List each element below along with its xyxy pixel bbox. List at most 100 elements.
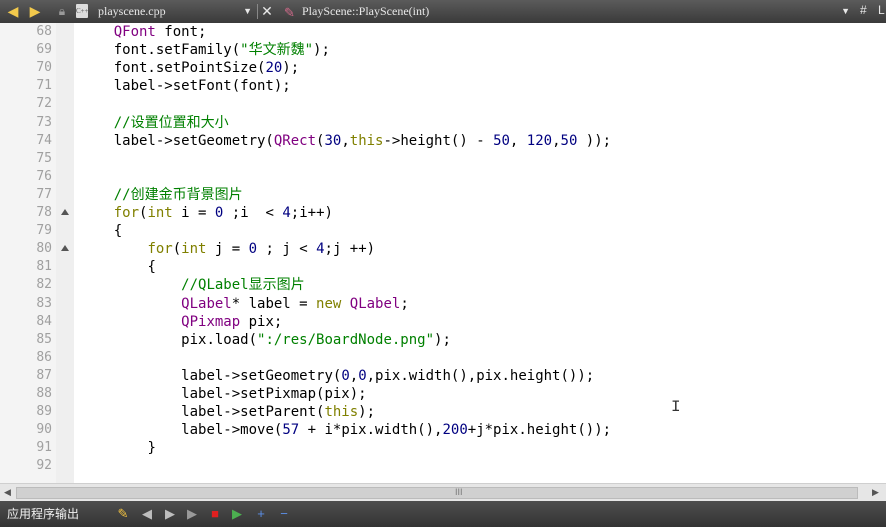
- code-line[interactable]: 86: [0, 349, 886, 367]
- clear-output-button[interactable]: ✎: [114, 505, 132, 523]
- line-number: 84: [36, 313, 52, 329]
- code-token: ));: [577, 132, 612, 149]
- code-text: QFont font;: [80, 23, 207, 41]
- line-number: 78: [36, 205, 52, 220]
- code-token: 0: [248, 241, 258, 258]
- code-token: 50: [560, 132, 578, 149]
- code-text: }: [80, 439, 155, 457]
- code-line[interactable]: 84 QPixmap pix;: [0, 313, 886, 331]
- file-selector[interactable]: C++ playscene.cpp ▼: [76, 3, 252, 20]
- code-line[interactable]: 73 //设置位置和大小: [0, 114, 886, 132]
- code-text: for(int i = 0 ;i < 4;i++): [80, 204, 333, 222]
- line-number: 91: [36, 440, 52, 456]
- line-number: 79: [36, 223, 52, 239]
- chevron-down-icon: ▼: [841, 6, 850, 16]
- fold-arrow-icon[interactable]: [61, 245, 69, 252]
- code-line[interactable]: 69 font.setFamily("华文新魏");: [0, 41, 886, 59]
- code-line[interactable]: 79 {: [0, 222, 886, 240]
- code-token: + i*pix.width(),: [299, 422, 443, 439]
- code-token: font.setPointSize(: [113, 60, 266, 77]
- scroll-left-icon[interactable]: ◀: [4, 484, 11, 501]
- code-token: //创建金币背景图片: [113, 186, 243, 203]
- line-number: 71: [36, 78, 52, 94]
- code-line[interactable]: 91 }: [0, 439, 886, 457]
- code-text: font.setFamily("华文新魏");: [80, 41, 330, 59]
- code-text: label->setPixmap(pix);: [80, 385, 366, 403]
- code-token: QFont: [113, 24, 156, 40]
- code-token: font;: [155, 24, 207, 40]
- line-number: 92: [36, 458, 52, 474]
- code-text: label->setGeometry(0,0,pix.width(),pix.h…: [80, 367, 594, 385]
- code-token: );: [282, 60, 300, 77]
- code-line[interactable]: 82 //QLabel显示图片: [0, 276, 886, 294]
- run-button[interactable]: ▶: [183, 505, 201, 523]
- code-token: ,pix.width(),pix.height());: [366, 367, 595, 384]
- code-token: i =: [172, 205, 215, 221]
- line-number: 74: [36, 132, 52, 148]
- code-line[interactable]: 85 pix.load(":/res/BoardNode.png");: [0, 331, 886, 349]
- code-line[interactable]: 81 {: [0, 258, 886, 276]
- code-token: 0: [341, 367, 350, 384]
- code-line[interactable]: 83 QLabel* label = new QLabel;: [0, 295, 886, 313]
- code-token: (: [172, 241, 182, 258]
- code-token: label->move(: [181, 422, 283, 439]
- code-line[interactable]: 80 for(int j = 0 ; j < 4;j ++): [0, 240, 886, 258]
- hash-icon[interactable]: #: [860, 3, 867, 17]
- code-line[interactable]: 78 for(int i = 0 ;i < 4;i++): [0, 204, 886, 222]
- close-icon[interactable]: ✕: [260, 2, 274, 20]
- scrollbar-grip-icon: III: [455, 487, 463, 497]
- code-line[interactable]: 74 label->setGeometry(QRect(30,this->hei…: [0, 132, 886, 150]
- scroll-right-icon[interactable]: ▶: [872, 484, 879, 501]
- line-number: 85: [36, 331, 52, 347]
- code-token: +j*pix.height());: [467, 422, 612, 439]
- code-token: new: [316, 295, 342, 312]
- scrollbar-thumb[interactable]: [16, 487, 858, 499]
- editor-toolbar: ◀ ▶ 🔒︎ C++ playscene.cpp ▼ ✕ ✎ PlayScene…: [0, 0, 886, 23]
- code-line[interactable]: 72: [0, 95, 886, 113]
- code-text: QPixmap pix;: [80, 313, 282, 331]
- zoom-in-button[interactable]: +: [252, 505, 270, 523]
- line-number: 73: [36, 114, 52, 130]
- code-token: font.setFamily(: [113, 42, 241, 59]
- code-token: 57: [282, 422, 300, 439]
- divider: [257, 4, 258, 19]
- code-token: );: [434, 331, 451, 348]
- pencil-icon: ✎: [284, 5, 295, 20]
- code-line[interactable]: 76: [0, 168, 886, 186]
- code-line[interactable]: 75: [0, 150, 886, 168]
- chevron-down-icon: ▼: [243, 6, 252, 16]
- code-token: * label =: [231, 295, 317, 312]
- code-token: ":/res/BoardNode.png": [257, 331, 435, 348]
- code-token: this: [324, 404, 359, 421]
- code-line[interactable]: 71 label->setFont(font);: [0, 77, 886, 95]
- attach-debugger-button[interactable]: ▶: [228, 505, 246, 523]
- code-token: {: [147, 259, 156, 276]
- horizontal-scrollbar[interactable]: ◀ III ▶: [0, 483, 886, 501]
- code-text: //创建金币背景图片: [80, 186, 243, 204]
- next-item-button[interactable]: ▶: [161, 505, 179, 523]
- line-number: 81: [36, 259, 52, 275]
- code-token: ,: [552, 132, 561, 149]
- previous-item-button[interactable]: ◀: [138, 505, 156, 523]
- function-selector[interactable]: ✎ PlayScene::PlayScene(int) ▼: [284, 3, 850, 20]
- code-line[interactable]: 90 label->move(57 + i*pix.width(),200+j*…: [0, 421, 886, 439]
- line-number: 72: [36, 96, 52, 112]
- code-line[interactable]: 92: [0, 457, 886, 475]
- left-arrow-icon[interactable]: ◀: [4, 2, 22, 20]
- code-line[interactable]: 89 label->setParent(this);: [0, 403, 886, 421]
- code-line[interactable]: 68 QFont font;: [0, 23, 886, 41]
- code-line[interactable]: 88 label->setPixmap(pix);: [0, 385, 886, 403]
- fold-arrow-icon[interactable]: [61, 209, 69, 215]
- code-token: 50: [493, 132, 510, 149]
- right-arrow-icon[interactable]: ▶: [26, 2, 44, 20]
- code-line[interactable]: 70 font.setPointSize(20);: [0, 59, 886, 77]
- code-text: pix.load(":/res/BoardNode.png");: [80, 331, 451, 349]
- zoom-out-button[interactable]: −: [275, 505, 293, 523]
- code-line[interactable]: 77 //创建金币背景图片: [0, 186, 886, 204]
- code-text: QLabel* label = new QLabel;: [80, 295, 409, 313]
- code-token: label->setParent(: [181, 404, 325, 421]
- code-line[interactable]: 87 label->setGeometry(0,0,pix.width(),pi…: [0, 367, 886, 385]
- line-endings-indicator[interactable]: L: [878, 3, 885, 17]
- stop-button[interactable]: ■: [206, 505, 224, 523]
